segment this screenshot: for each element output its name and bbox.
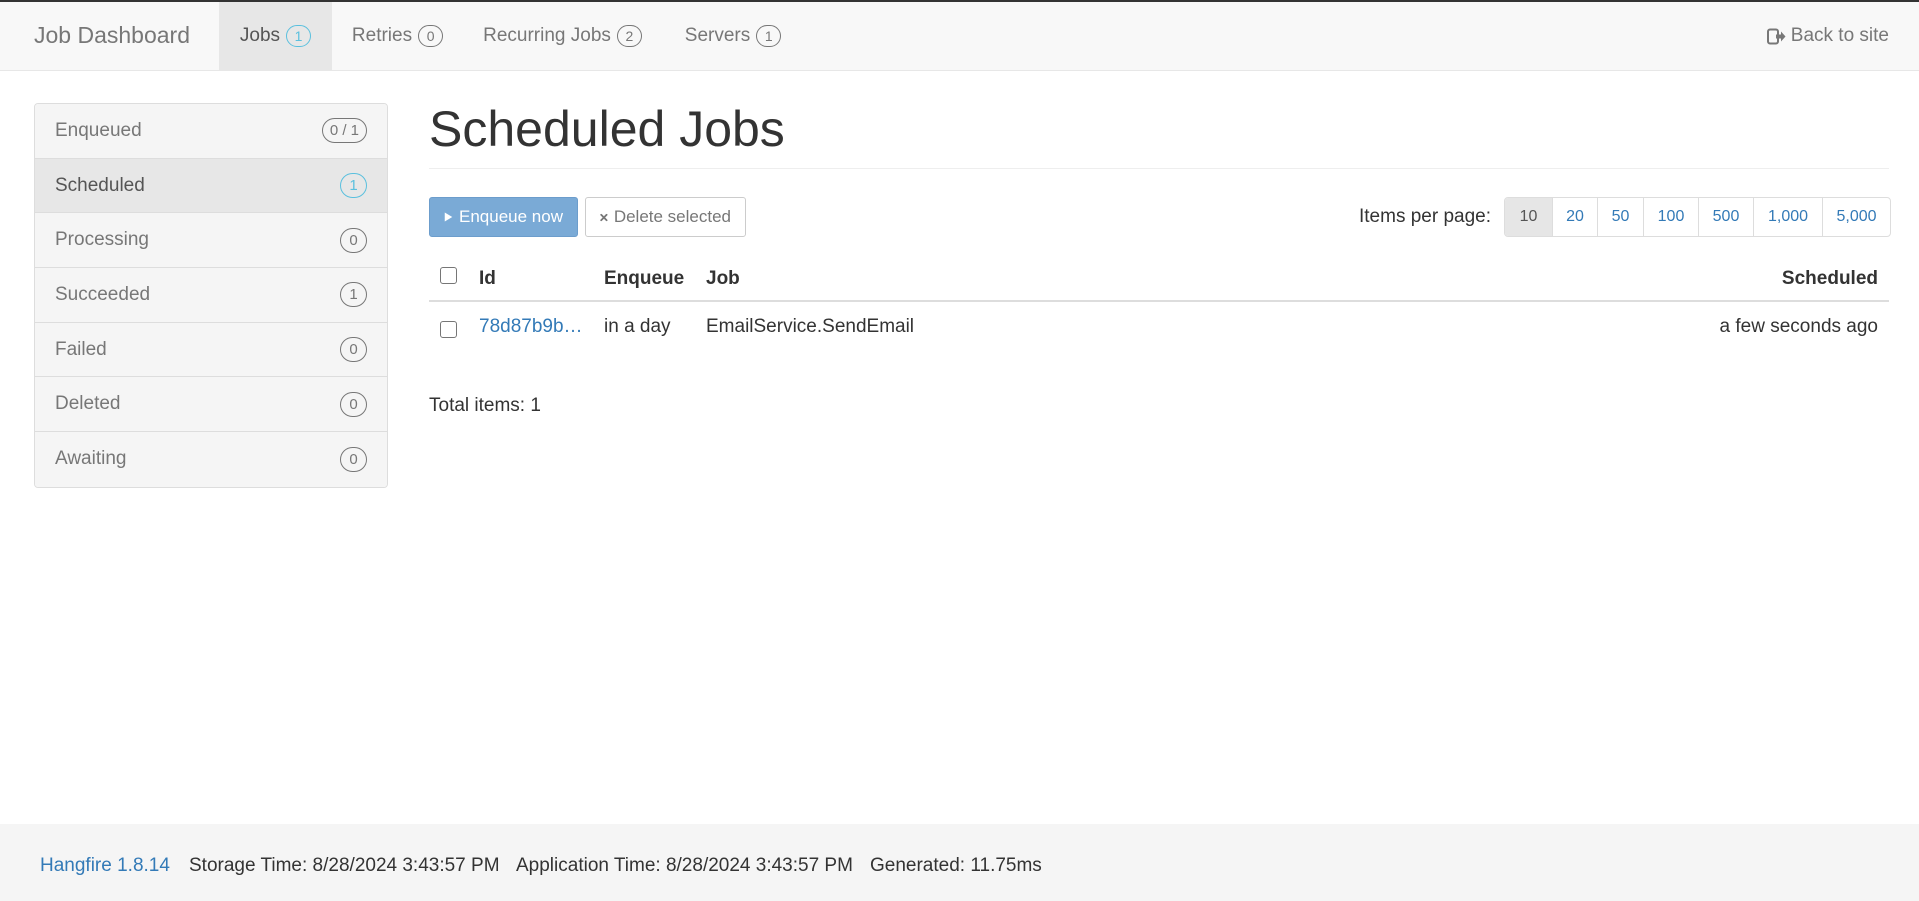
sidebar-item-label: Deleted (55, 393, 121, 415)
nav-retries-badge: 0 (418, 25, 444, 47)
page-size-option[interactable]: 100 (1643, 198, 1698, 236)
close-icon (600, 213, 608, 221)
sidebar-item-label: Enqueued (55, 119, 142, 141)
job-state-sidebar: Enqueued 0 / 1 Scheduled 1 Processing 0 … (34, 103, 388, 488)
footer: Hangfire 1.8.14 Storage Time: 8/28/2024 … (0, 824, 1919, 901)
sidebar-item-count: 0 (340, 391, 367, 417)
back-to-site-label: Back to site (1790, 25, 1889, 46)
page-size-option[interactable]: 10 (1505, 198, 1552, 236)
sidebar-item-count: 0 (340, 227, 367, 253)
nav-recurring-jobs-label: Recurring Jobs (483, 25, 611, 46)
generated-time: Generated: 11.75ms (870, 855, 1042, 876)
storage-time: Storage Time: 8/28/2024 3:43:57 PM (189, 855, 500, 876)
column-header-job: Job (706, 268, 740, 289)
delete-selected-button[interactable]: Delete selected (585, 197, 746, 237)
table-header: Id Enqueue Job Scheduled (429, 258, 1889, 302)
sidebar-item-label: Succeeded (55, 283, 151, 305)
select-all-checkbox[interactable] (440, 267, 457, 284)
enqueue-now-label: Enqueue now (459, 207, 563, 226)
sidebar-item-count: 0 (340, 337, 367, 363)
page-size-option[interactable]: 5,000 (1822, 198, 1890, 236)
nav-servers-badge: 1 (756, 25, 782, 47)
page-title: Scheduled Jobs (429, 101, 785, 157)
column-header-enqueue: Enqueue (604, 268, 685, 289)
sign-out-icon (1766, 28, 1786, 44)
job-name: EmailService.SendEmail (706, 316, 915, 337)
nav-servers[interactable]: Servers 1 (662, 2, 804, 70)
sidebar-item-deleted[interactable]: Deleted 0 (35, 377, 387, 433)
page-size-option[interactable]: 50 (1597, 198, 1643, 236)
table-row: 78d87b9b… in a day EmailService.SendEmai… (429, 302, 1889, 354)
nav-jobs-label: Jobs (239, 25, 281, 46)
sidebar-item-enqueued[interactable]: Enqueued 0 / 1 (35, 104, 387, 159)
delete-selected-label: Delete selected (613, 207, 731, 226)
nav-servers-label: Servers (684, 25, 751, 46)
job-scheduled-time: a few seconds ago (1719, 316, 1878, 337)
sidebar-item-label: Processing (55, 229, 149, 251)
application-time: Application Time: 8/28/2024 3:43:57 PM (516, 855, 853, 876)
sidebar-item-count: 0 (340, 446, 367, 472)
nav-jobs[interactable]: Jobs 1 (219, 2, 332, 70)
nav-retries-label: Retries (351, 25, 413, 46)
hangfire-version-link[interactable]: Hangfire 1.8.14 (40, 855, 170, 877)
sidebar-item-scheduled[interactable]: Scheduled 1 (35, 158, 387, 214)
sidebar-item-processing[interactable]: Processing 0 (35, 213, 387, 269)
sidebar-item-count: 0 / 1 (321, 118, 367, 144)
sidebar-item-label: Failed (55, 338, 107, 360)
page-size-option[interactable]: 1,000 (1753, 198, 1822, 236)
items-per-page-selector: 10 20 50 100 500 1,000 5,000 (1504, 197, 1891, 237)
nav-retries[interactable]: Retries 0 (332, 2, 463, 70)
nav-recurring-jobs-badge: 2 (616, 25, 642, 47)
column-header-id: Id (479, 268, 496, 289)
enqueue-now-button[interactable]: Enqueue now (429, 197, 578, 237)
play-icon (444, 212, 453, 222)
column-header-scheduled: Scheduled (1781, 268, 1878, 289)
nav-jobs-badge: 1 (286, 25, 312, 47)
row-select-checkbox[interactable] (440, 321, 457, 338)
sidebar-item-count: 1 (340, 282, 367, 308)
sidebar-item-label: Awaiting (55, 448, 127, 470)
job-id-link[interactable]: 78d87b9b… (479, 316, 583, 338)
page-size-option[interactable]: 20 (1552, 198, 1597, 236)
back-to-site-link[interactable]: Back to site (1766, 2, 1889, 70)
nav-recurring-jobs[interactable]: Recurring Jobs 2 (463, 2, 662, 70)
top-navbar: Job Dashboard Jobs 1 Retries 0 Recurring… (0, 0, 1919, 71)
title-divider (429, 168, 1889, 169)
sidebar-item-succeeded[interactable]: Succeeded 1 (35, 268, 387, 323)
brand-link[interactable]: Job Dashboard (34, 22, 190, 49)
sidebar-item-label: Scheduled (55, 174, 145, 196)
items-per-page-label: Items per page: (1359, 206, 1492, 227)
page-size-option[interactable]: 500 (1698, 198, 1753, 236)
job-enqueue-time: in a day (604, 316, 671, 337)
sidebar-item-failed[interactable]: Failed 0 (35, 322, 387, 378)
sidebar-item-count: 1 (340, 173, 367, 199)
total-items: Total items: 1 (429, 395, 541, 416)
sidebar-item-awaiting[interactable]: Awaiting 0 (35, 432, 387, 487)
